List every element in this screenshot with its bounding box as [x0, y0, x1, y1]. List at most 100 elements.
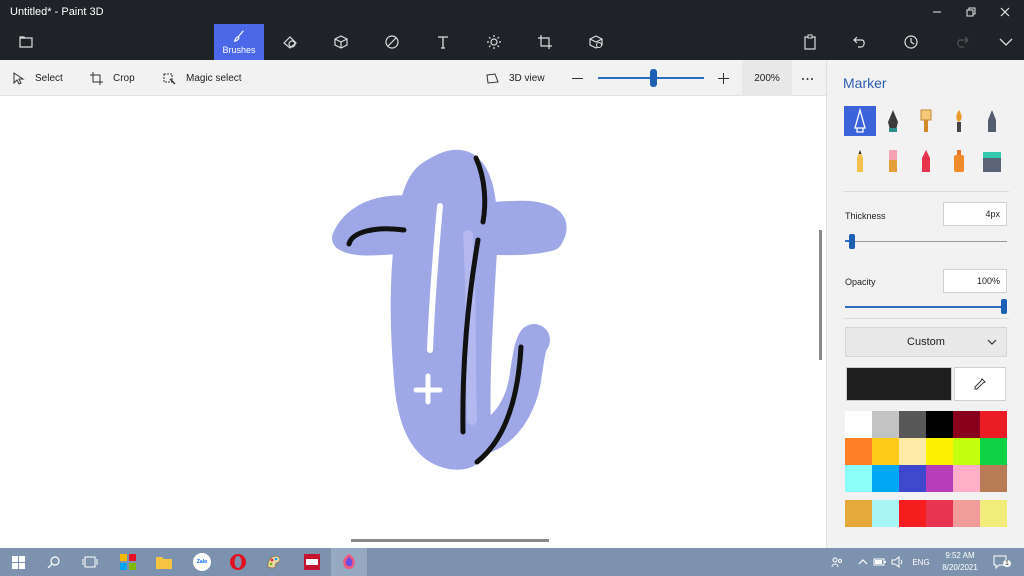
- windows-start-icon: [11, 555, 25, 569]
- color-swatch[interactable]: [845, 411, 872, 438]
- taskbar-paint3d[interactable]: [331, 548, 367, 576]
- tab-canvas[interactable]: [527, 24, 563, 60]
- tab-brushes[interactable]: Brushes: [214, 24, 264, 60]
- color-swatch[interactable]: [926, 411, 953, 438]
- crayon-icon: [922, 150, 930, 172]
- opacity-slider-fill[interactable]: [845, 306, 1005, 308]
- spray-can-icon: [954, 150, 964, 172]
- color-swatch[interactable]: [845, 438, 872, 465]
- thickness-label: Thickness: [845, 211, 886, 221]
- color-swatch[interactable]: [980, 438, 1007, 465]
- opera-icon: [230, 554, 246, 570]
- taskbar-file-explorer[interactable]: [146, 548, 182, 576]
- tab-3d-library[interactable]: [578, 24, 614, 60]
- color-swatch[interactable]: [899, 465, 926, 492]
- people-button[interactable]: [828, 548, 846, 576]
- brush-watercolor[interactable]: [943, 106, 975, 136]
- zoom-in-button[interactable]: [717, 60, 740, 96]
- zoom-slider-thumb[interactable]: [650, 69, 657, 87]
- brush-pencil[interactable]: [844, 146, 876, 176]
- color-swatch[interactable]: [926, 465, 953, 492]
- horizontal-scrollbar[interactable]: [351, 539, 549, 542]
- thickness-slider-thumb[interactable]: [849, 234, 855, 249]
- clock[interactable]: 9:52 AM 8/20/2021: [934, 550, 986, 574]
- taskbar-zalo[interactable]: Zalo: [184, 548, 220, 576]
- 3d-view-button[interactable]: 3D view: [486, 60, 545, 96]
- taskbar-app-grid[interactable]: [110, 548, 146, 576]
- vertical-scrollbar[interactable]: [819, 230, 822, 360]
- brush-crayon[interactable]: [910, 146, 942, 176]
- color-swatch[interactable]: [845, 500, 872, 527]
- brush-oil[interactable]: [910, 106, 942, 136]
- color-swatch[interactable]: [953, 411, 980, 438]
- color-swatch[interactable]: [980, 465, 1007, 492]
- main-toolbar: Brushes: [0, 24, 1024, 60]
- opacity-slider-thumb[interactable]: [1001, 299, 1007, 314]
- brush-pixel-pen[interactable]: [976, 106, 1008, 136]
- color-swatch[interactable]: [899, 500, 926, 527]
- notification-count: 1: [1003, 560, 1011, 567]
- color-swatch[interactable]: [872, 465, 899, 492]
- language-indicator[interactable]: ENG: [910, 548, 932, 576]
- brush-calligraphy-pen[interactable]: [877, 106, 909, 136]
- taskbar-video-app[interactable]: [294, 548, 330, 576]
- brush-marker[interactable]: [844, 106, 876, 136]
- thickness-slider-track[interactable]: [845, 241, 1007, 242]
- thickness-input[interactable]: 4px: [943, 202, 1007, 226]
- opacity-input[interactable]: 100%: [943, 269, 1007, 293]
- brush-spray-can[interactable]: [943, 146, 975, 176]
- tab-stickers[interactable]: [374, 24, 410, 60]
- battery-button[interactable]: [872, 548, 888, 576]
- brush-panel: Marker Thickness 4px Opacity 100% Custom: [826, 60, 1024, 548]
- color-swatch[interactable]: [953, 438, 980, 465]
- drawing-canvas[interactable]: [0, 96, 826, 548]
- undo-button[interactable]: [842, 24, 878, 60]
- effects-icon: [487, 35, 501, 49]
- color-swatch[interactable]: [953, 500, 980, 527]
- color-swatch[interactable]: [980, 500, 1007, 527]
- history-button[interactable]: [893, 24, 929, 60]
- magic-select-button[interactable]: Magic select: [163, 60, 242, 96]
- color-swatch[interactable]: [899, 411, 926, 438]
- color-swatch[interactable]: [980, 411, 1007, 438]
- maximize-button[interactable]: [954, 0, 988, 24]
- minimize-icon: [933, 11, 941, 13]
- minimize-button[interactable]: [920, 0, 954, 24]
- show-hidden-icons-button[interactable]: [856, 548, 870, 576]
- brush-eraser[interactable]: [877, 146, 909, 176]
- start-button[interactable]: [0, 548, 36, 576]
- zoom-out-button[interactable]: [571, 60, 594, 96]
- taskbar-opera[interactable]: [220, 548, 256, 576]
- expand-button[interactable]: [988, 24, 1024, 60]
- color-swatch[interactable]: [872, 500, 899, 527]
- color-mode-dropdown[interactable]: Custom: [845, 327, 1007, 357]
- color-swatch[interactable]: [845, 465, 872, 492]
- select-button[interactable]: Select: [12, 60, 63, 96]
- action-center-button[interactable]: 1: [990, 548, 1012, 576]
- color-swatch[interactable]: [872, 411, 899, 438]
- taskbar-paint[interactable]: [256, 548, 292, 576]
- 3d-view-label: 3D view: [509, 72, 545, 84]
- search-button[interactable]: [36, 548, 72, 576]
- more-options-button[interactable]: [801, 60, 824, 96]
- color-swatch[interactable]: [899, 438, 926, 465]
- menu-button[interactable]: [8, 24, 44, 60]
- color-swatch[interactable]: [953, 465, 980, 492]
- brush-fill[interactable]: [976, 146, 1008, 176]
- close-button[interactable]: [988, 0, 1022, 24]
- volume-button[interactable]: [890, 548, 906, 576]
- task-view-button[interactable]: [72, 548, 108, 576]
- zoom-value[interactable]: 200%: [742, 60, 792, 96]
- eyedropper-button[interactable]: [954, 367, 1006, 401]
- current-color-preview[interactable]: [846, 367, 952, 401]
- color-swatch[interactable]: [926, 438, 953, 465]
- tab-2d-shapes[interactable]: [272, 24, 308, 60]
- tab-effects[interactable]: [476, 24, 512, 60]
- color-swatch[interactable]: [926, 500, 953, 527]
- crop-button[interactable]: Crop: [90, 60, 135, 96]
- redo-button[interactable]: [944, 24, 980, 60]
- tab-text[interactable]: [425, 24, 461, 60]
- color-swatch[interactable]: [872, 438, 899, 465]
- tab-3d-shapes[interactable]: [323, 24, 359, 60]
- paste-button[interactable]: [792, 24, 828, 60]
